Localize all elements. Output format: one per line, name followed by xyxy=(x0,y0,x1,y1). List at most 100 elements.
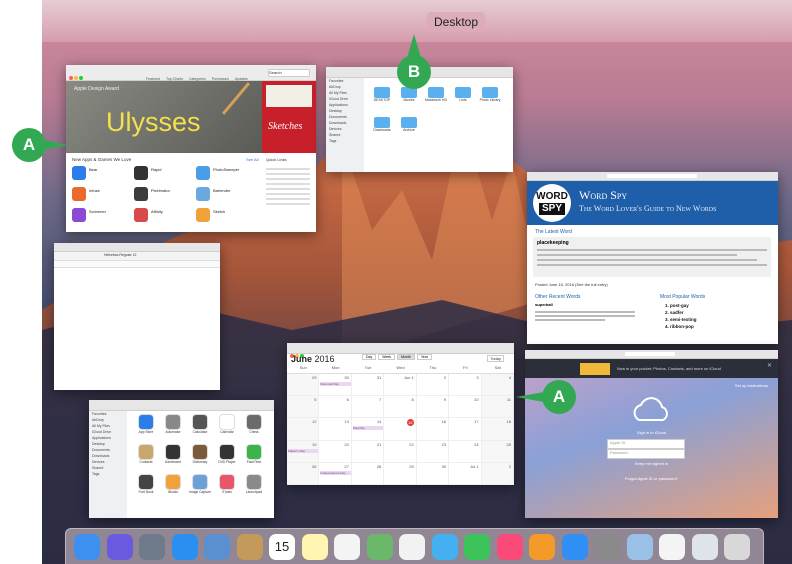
day-cell[interactable]: 4 xyxy=(481,374,514,397)
app-list-item[interactable]: Bear xyxy=(72,165,132,183)
popular-word[interactable]: 2. sadfer xyxy=(665,309,697,316)
app-list-item[interactable]: Rapid xyxy=(134,165,194,183)
folder-item[interactable]: Archive xyxy=(397,117,421,145)
day-cell[interactable]: Jun 1 xyxy=(384,374,417,397)
application-item[interactable]: Font Book xyxy=(133,474,159,502)
forgot-link[interactable]: Forgot Apple ID or password? xyxy=(525,476,778,481)
day-cell[interactable]: Jul 1 xyxy=(449,462,482,485)
day-cell[interactable]: 23 xyxy=(416,440,450,463)
sidebar-item[interactable]: Tags xyxy=(326,138,364,144)
app-list-item[interactable]: Pixelmator xyxy=(134,186,194,204)
day-cell[interactable]: 16 xyxy=(416,418,450,441)
facetime-icon[interactable] xyxy=(464,534,490,560)
app-list-item[interactable]: Sketch xyxy=(196,207,256,225)
folder-item[interactable]: DESKTOP xyxy=(370,87,394,115)
day-cell[interactable]: 20 xyxy=(319,440,352,463)
day-cell[interactable]: 17 xyxy=(449,418,482,441)
downloads-icon[interactable] xyxy=(691,534,718,560)
latest-word[interactable]: placekeeping xyxy=(537,240,767,246)
mail-icon[interactable] xyxy=(204,534,230,560)
view-button[interactable]: Year xyxy=(416,354,432,360)
popular-word[interactable]: 4. ribbon-pop xyxy=(665,323,697,330)
keep-signed-in-checkbox[interactable]: Keep me signed in xyxy=(525,461,778,466)
day-cell[interactable]: 2 xyxy=(416,374,450,397)
calendar-event[interactable]: Memorial Day xyxy=(320,382,351,386)
application-item[interactable]: Dashboard xyxy=(160,444,186,472)
application-item[interactable]: Dictionary xyxy=(187,444,213,472)
folder-item[interactable]: Photo Library xyxy=(478,87,502,115)
messages-icon[interactable] xyxy=(431,534,458,560)
folder-item[interactable]: Macintosh HD xyxy=(424,87,448,115)
ulysses-banner[interactable]: Apple Design Award Ulysses xyxy=(66,81,262,153)
reminders-icon[interactable] xyxy=(334,534,360,560)
finder-icon[interactable] xyxy=(74,534,100,560)
contacts-icon[interactable] xyxy=(236,534,263,560)
app-list-item[interactable]: Bartender xyxy=(196,186,256,204)
day-cell[interactable]: 25 xyxy=(481,440,514,463)
day-cell[interactable]: 21 xyxy=(351,440,385,463)
textedit-document[interactable] xyxy=(54,268,220,390)
application-item[interactable]: App Store xyxy=(133,414,159,442)
app-list-item[interactable]: Affinity xyxy=(134,207,194,225)
view-button[interactable]: Day xyxy=(362,354,377,360)
application-item[interactable]: DVD Player xyxy=(214,444,240,472)
apple-id-field[interactable]: Apple ID xyxy=(607,439,685,449)
day-cell[interactable]: 9 xyxy=(416,396,450,419)
applications-finder-window[interactable]: Favorites AirDrop All My Files iCloud Drive… xyxy=(89,400,274,518)
application-item[interactable]: Image Capture xyxy=(187,474,213,502)
day-cell[interactable]: 26 xyxy=(287,462,320,485)
day-cell[interactable]: 18 xyxy=(481,418,514,441)
day-cell[interactable]: 11 xyxy=(481,396,514,419)
application-item[interactable]: Calendar xyxy=(214,414,240,442)
word-spy-browser-window[interactable]: WORD SPY Word Spy The Word Lover's Guide… xyxy=(527,172,778,344)
itunes-icon[interactable] xyxy=(496,534,523,560)
day-cell[interactable]: 8 xyxy=(384,396,417,419)
day-cell[interactable]: 29 xyxy=(287,374,320,397)
password-field[interactable]: Password xyxy=(607,449,685,459)
textedit-window[interactable]: Helvetica Regular 12 xyxy=(54,243,220,390)
day-cell[interactable]: 10 xyxy=(449,396,482,419)
folder-item[interactable]: Downloads xyxy=(370,117,394,145)
application-item[interactable]: Contacts xyxy=(133,444,159,472)
application-item[interactable]: Launchpad xyxy=(241,474,267,502)
calendar-window[interactable]: Day Week Month Year June 2016 Today Sun Mon T… xyxy=(287,343,514,485)
application-item[interactable]: Calculator xyxy=(187,414,213,442)
day-cell[interactable]: 28 xyxy=(351,462,385,485)
safari-icon[interactable] xyxy=(171,534,198,560)
ruler[interactable] xyxy=(54,261,220,268)
day-cell[interactable]: 22 xyxy=(384,440,417,463)
calendar-icon[interactable]: 15 xyxy=(269,534,295,560)
system-preferences-icon[interactable] xyxy=(594,534,620,560)
application-item[interactable]: iBooks xyxy=(160,474,186,502)
app-list-item[interactable]: Infuse xyxy=(72,186,132,204)
application-item[interactable]: FaceTime xyxy=(241,444,267,472)
day-cell[interactable]: 12 xyxy=(287,418,320,441)
search-field[interactable]: Search xyxy=(268,69,310,77)
application-item[interactable]: Automator xyxy=(160,414,186,442)
recent-word[interactable]: superball xyxy=(535,302,553,307)
see-all-link[interactable]: See All xyxy=(246,157,258,162)
maps-icon[interactable] xyxy=(366,534,393,560)
app-store-icon[interactable] xyxy=(561,534,588,560)
textedit-format-bar[interactable]: Helvetica Regular 12 xyxy=(54,252,220,261)
app-list-item[interactable]: Scrivener xyxy=(72,207,132,225)
today-button[interactable]: Today xyxy=(487,355,504,362)
view-button[interactable]: Month xyxy=(397,354,415,360)
day-cell[interactable]: 6 xyxy=(319,396,352,419)
application-item[interactable]: Chess xyxy=(241,414,267,442)
sidebar-item[interactable]: Tags xyxy=(89,471,127,477)
notes-icon[interactable] xyxy=(301,534,328,560)
day-cell[interactable]: 13 xyxy=(319,418,352,441)
day-cell[interactable]: 24 xyxy=(449,440,482,463)
icloud-browser-window[interactable]: Now in your pocket: Photos, Contacts, an… xyxy=(525,350,778,518)
address-bar[interactable] xyxy=(625,352,675,356)
day-cell[interactable]: 5 xyxy=(287,396,320,419)
popular-word[interactable]: 3. semi-texting xyxy=(665,316,697,323)
address-bar[interactable] xyxy=(607,174,697,178)
trash-icon[interactable] xyxy=(724,534,750,560)
photos-icon[interactable] xyxy=(399,534,425,560)
calendar-event[interactable]: Independence Day xyxy=(320,470,351,475)
preview-icon[interactable] xyxy=(626,534,653,560)
app-store-window[interactable]: Featured Top Charts Categories Purchased Upd… xyxy=(66,65,316,232)
day-cell[interactable]: 2 xyxy=(481,462,514,485)
